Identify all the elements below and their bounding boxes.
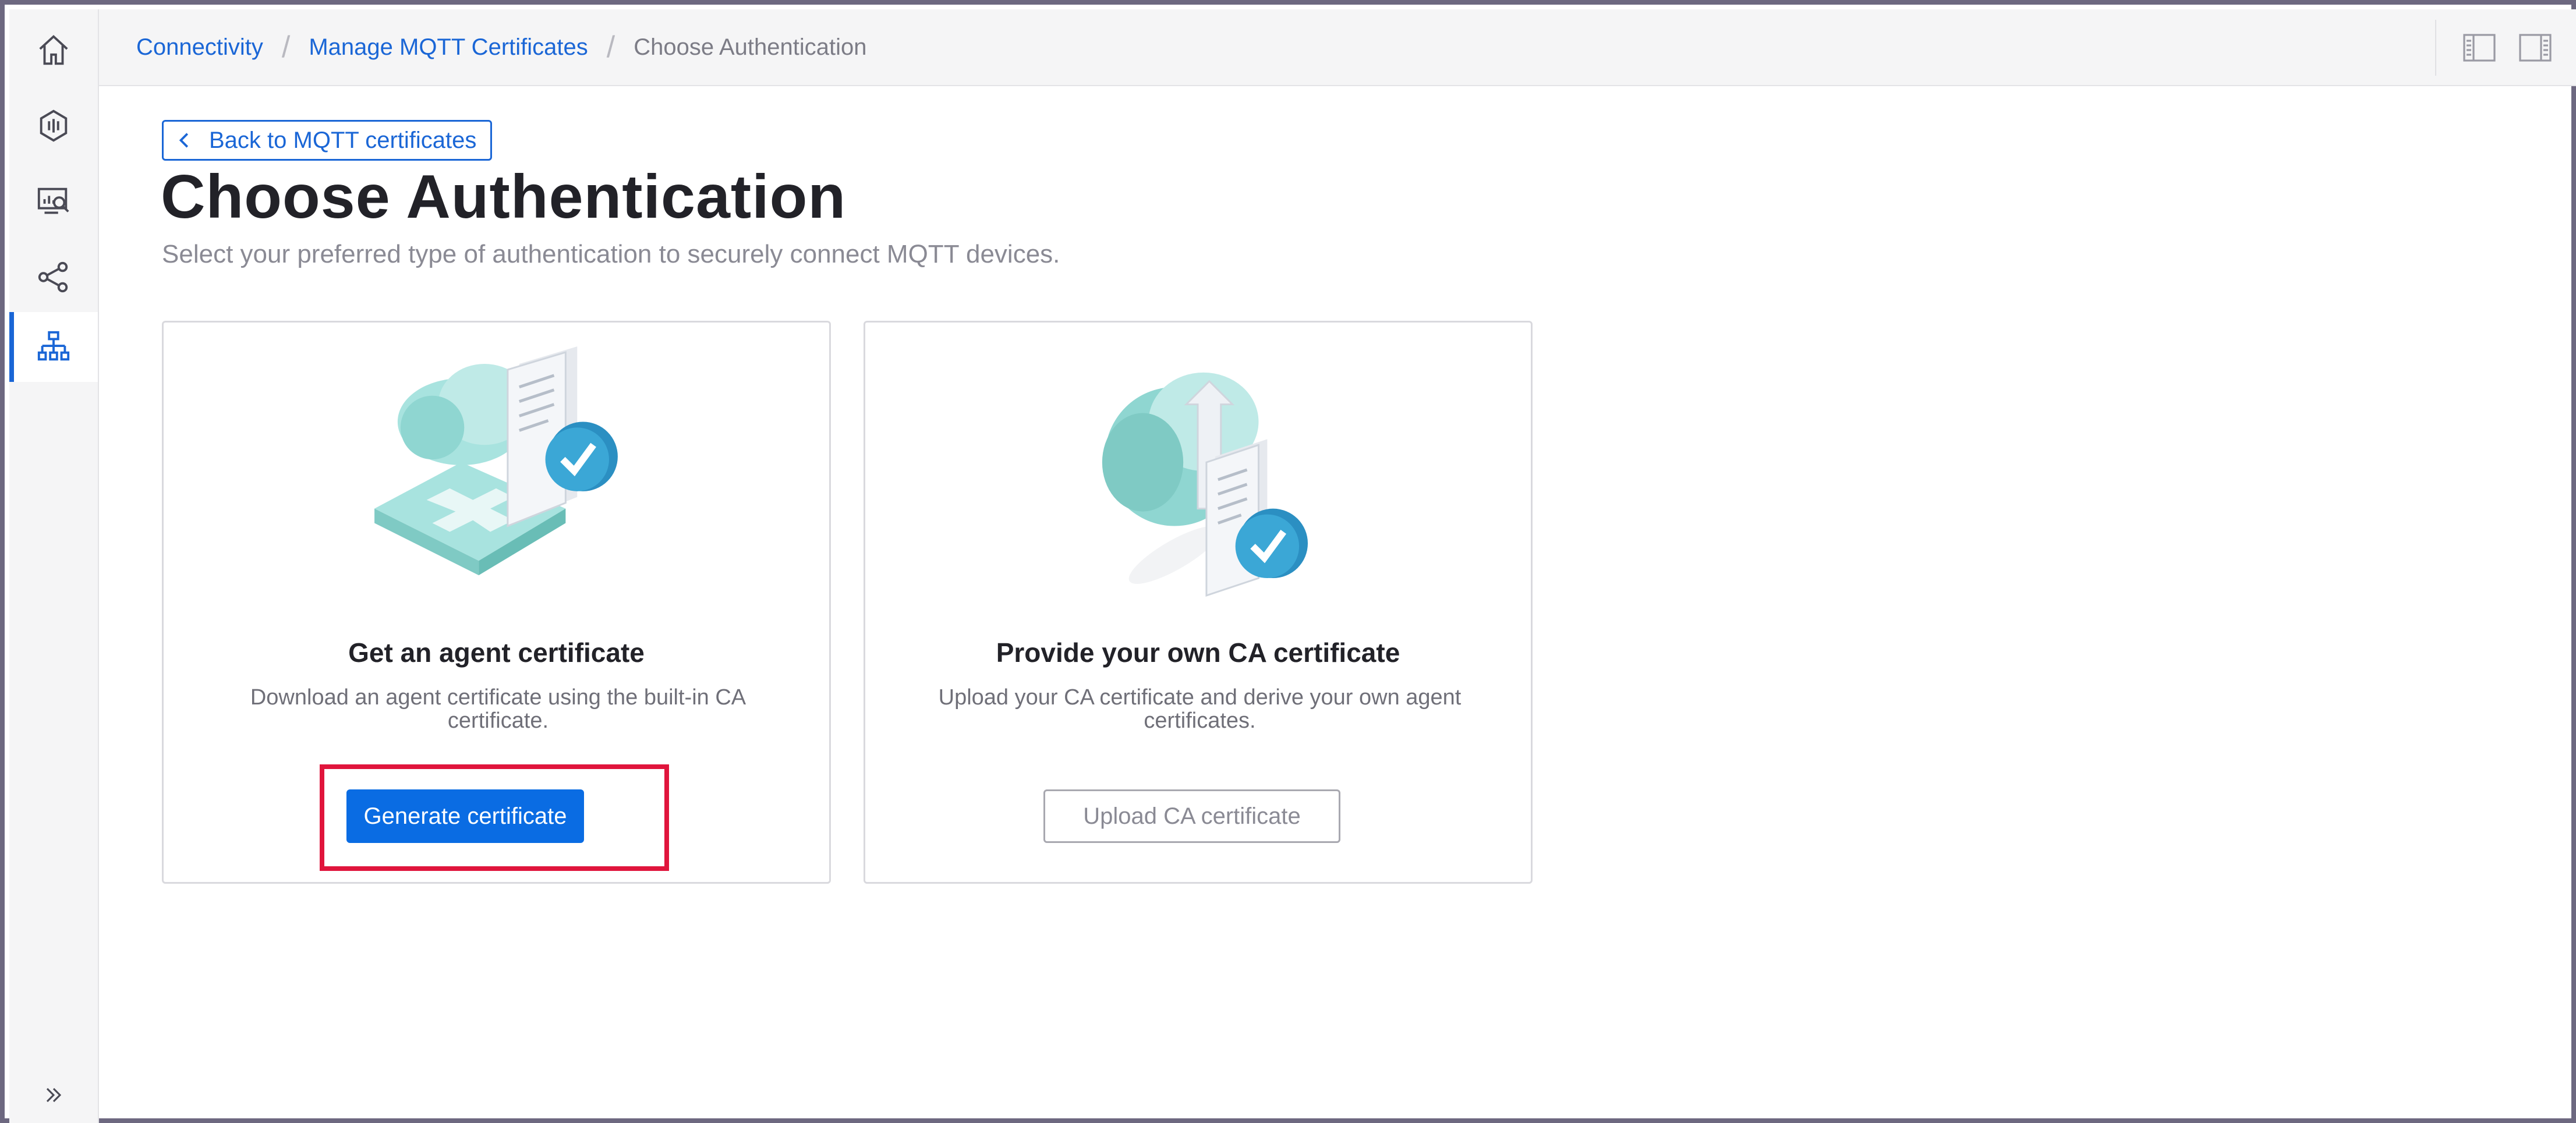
sensor-icon	[40, 109, 68, 142]
top-bar: Connectivity / Manage MQTT Certificates …	[99, 9, 2576, 86]
sidebar-item-home[interactable]	[9, 15, 98, 85]
card-description: Upload your CA certificate and derive yo…	[938, 685, 1462, 733]
home-icon	[39, 35, 68, 65]
upload-ca-certificate-button[interactable]: Upload CA certificate	[1043, 789, 1340, 843]
breadcrumb: Connectivity / Manage MQTT Certificates …	[136, 9, 867, 85]
analytics-icon	[37, 187, 69, 214]
hierarchy-icon	[37, 331, 70, 361]
share-icon	[38, 261, 68, 293]
breadcrumb-connectivity[interactable]: Connectivity	[136, 34, 263, 61]
card-title: Get an agent certificate	[348, 637, 645, 668]
breadcrumb-manage-mqtt-certificates[interactable]: Manage MQTT Certificates	[309, 34, 588, 61]
left-panel-toggle-icon[interactable]	[2462, 31, 2497, 64]
sidebar	[9, 9, 99, 1123]
card-title: Provide your own CA certificate	[996, 637, 1400, 668]
expand-icon	[46, 1087, 62, 1103]
breadcrumb-separator: /	[606, 30, 615, 64]
breadcrumb-separator: /	[281, 30, 291, 64]
page-subtitle: Select your preferred type of authentica…	[162, 240, 1060, 268]
back-to-mqtt-certificates-link[interactable]: Back to MQTT certificates	[162, 120, 492, 161]
agent-certificate-illustration	[374, 346, 618, 576]
ca-certificate-illustration	[1102, 372, 1308, 597]
sidebar-item-analytics[interactable]	[9, 166, 98, 236]
page-title: Choose Authentication	[161, 162, 847, 231]
topbar-divider	[2435, 20, 2436, 76]
back-link-label: Back to MQTT certificates	[209, 127, 477, 153]
sidebar-expand[interactable]	[9, 1069, 98, 1121]
right-panel-toggle-icon[interactable]	[2518, 31, 2553, 64]
app-window: Connectivity / Manage MQTT Certificates …	[0, 0, 2576, 1123]
breadcrumb-current: Choose Authentication	[634, 34, 867, 60]
chevron-left-icon	[179, 133, 189, 148]
own-ca-certificate-card: Provide your own CA certificate Upload y…	[864, 321, 1533, 884]
card-description: Download an agent certificate using the …	[250, 685, 746, 733]
sidebar-item-hierarchy[interactable]	[9, 312, 98, 382]
sidebar-item-sensors[interactable]	[9, 91, 98, 161]
sidebar-item-share[interactable]	[9, 242, 98, 312]
highlight-box	[320, 764, 669, 871]
